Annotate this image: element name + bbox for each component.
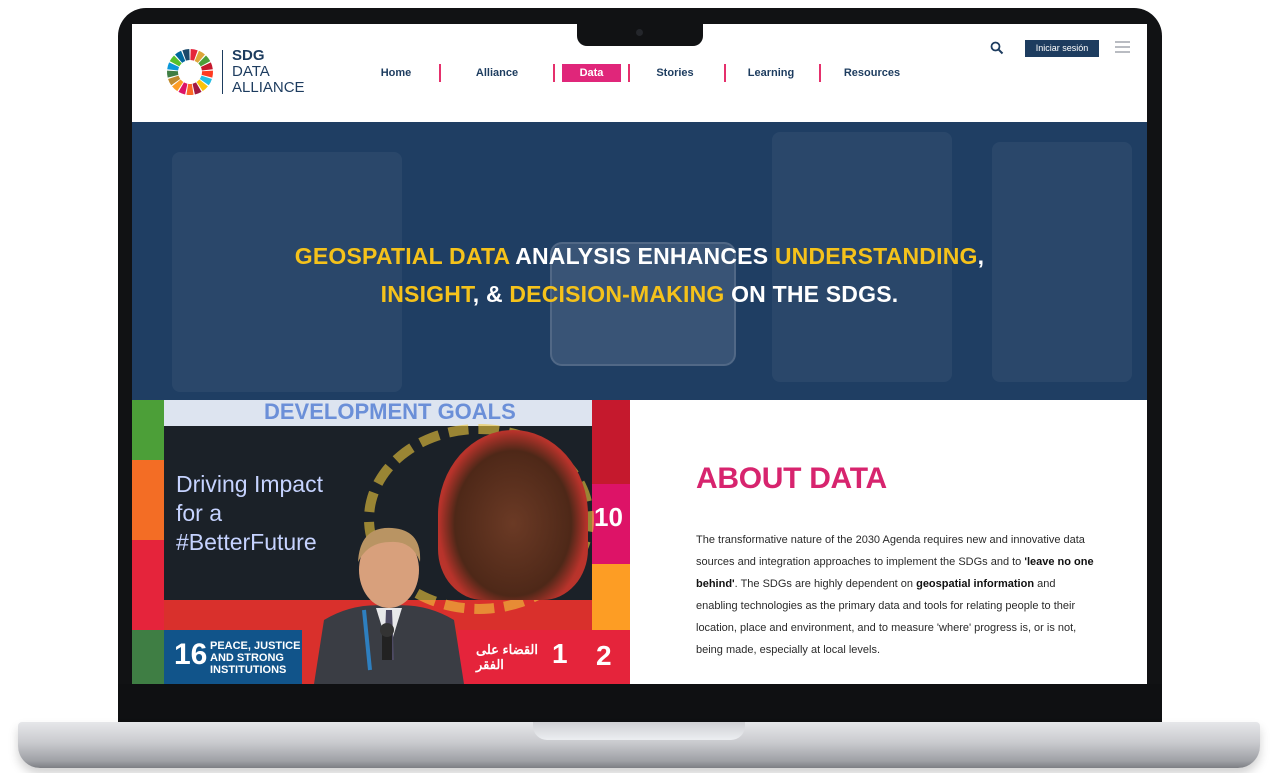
sdg16-number: 16 <box>174 638 208 671</box>
about-section: ABOUT DATA The transformative nature of … <box>630 400 1147 684</box>
nav-separator <box>628 64 630 82</box>
sdg16-label: PEACE, JUSTICE AND STRONG INSTITUTIONS <box>210 640 300 676</box>
sdg-tile: 2 <box>576 630 630 684</box>
sdg1-arabic-line: القضاء على <box>476 642 539 657</box>
nav-item-data[interactable]: Data <box>562 64 621 82</box>
about-title: ABOUT DATA <box>696 462 887 495</box>
sdg16-label-line: AND STRONG <box>210 652 284 664</box>
sdg-tile <box>132 630 164 684</box>
laptop-screen: SDG DATA ALLIANCE Home Alliance Data Sto… <box>132 24 1147 684</box>
logo-wheel-segment <box>186 83 194 95</box>
laptop-chin <box>118 684 1162 724</box>
sdg-tile <box>132 400 164 460</box>
event-photo: 10 2 DEVELOPMENT GOALS Driving Impact fo… <box>132 400 630 684</box>
nav-separator <box>819 64 821 82</box>
nav-item-home[interactable]: Home <box>368 64 424 82</box>
sdg-wheel-logo-icon[interactable] <box>166 48 214 96</box>
hero-line-2: INSIGHT, & DECISION-MAKING ON THE SDGS. <box>132 275 1147 313</box>
sdg-tile <box>592 400 630 484</box>
nav-separator <box>439 64 441 82</box>
nav-item-resources[interactable]: Resources <box>838 64 906 82</box>
sdg-tile <box>592 564 630 630</box>
about-paragraph: The transformative nature of the 2030 Ag… <box>696 529 1096 661</box>
site-logo-text[interactable]: SDG DATA ALLIANCE <box>232 48 305 96</box>
hero-text: , <box>977 243 985 269</box>
search-icon[interactable] <box>990 41 1004 55</box>
hero-highlight: INSIGHT <box>380 281 473 307</box>
nav-item-alliance[interactable]: Alliance <box>466 64 528 82</box>
logo-divider <box>222 50 223 94</box>
sdg1-arabic-line: الفقر <box>476 657 504 672</box>
sdg1-number: 1 <box>552 638 568 669</box>
speaker-figure <box>314 527 464 684</box>
sdg16-tile: 16 PEACE, JUSTICE AND STRONG INSTITUTION… <box>164 630 302 684</box>
hero-highlight: GEOSPATIAL DATA <box>294 243 510 269</box>
hero-text: , & <box>472 281 510 307</box>
event-screen-line: Driving Impact <box>176 471 323 497</box>
sdg1-arabic-label: القضاء على الفقر <box>476 642 538 672</box>
laptop-base-notch <box>533 722 745 740</box>
event-banner: DEVELOPMENT GOALS <box>164 400 592 426</box>
event-banner-text: DEVELOPMENT GOALS <box>264 400 516 424</box>
nav-item-stories[interactable]: Stories <box>644 64 706 82</box>
laptop-notch <box>577 20 703 46</box>
nav-separator <box>724 64 726 82</box>
nav-item-learning[interactable]: Learning <box>740 64 802 82</box>
hero-banner: GEOSPATIAL DATA ANALYSIS ENHANCES UNDERS… <box>132 122 1147 400</box>
sdg16-label-line: INSTITUTIONS <box>210 664 287 676</box>
hero-text: ANALYSIS ENHANCES <box>509 243 775 269</box>
sdg16-label-line: PEACE, JUSTICE <box>210 640 301 652</box>
hamburger-menu-icon[interactable] <box>1115 41 1130 54</box>
hero-headline: GEOSPATIAL DATA ANALYSIS ENHANCES UNDERS… <box>132 237 1147 313</box>
hero-line-1: GEOSPATIAL DATA ANALYSIS ENHANCES UNDERS… <box>132 237 1147 275</box>
login-button[interactable]: Iniciar sesión <box>1025 40 1099 57</box>
logo-line-2: DATA <box>232 63 270 80</box>
hero-highlight: UNDERSTANDING <box>774 243 978 269</box>
nav-separator <box>553 64 555 82</box>
about-bold-text: geospatial information <box>916 578 1035 590</box>
about-text: . The SDGs are highly dependent on <box>734 578 917 590</box>
sdg-tile <box>132 540 164 630</box>
logo-line-3: ALLIANCE <box>232 79 305 96</box>
hero-highlight: DECISION-MAKING <box>509 281 725 307</box>
sdg-tile-number: 10 <box>594 502 623 532</box>
hero-text: ON THE SDGS. <box>724 281 899 307</box>
sdg-tile <box>132 460 164 540</box>
sdg-tile: 10 <box>592 484 630 564</box>
logo-line-1: SDG <box>232 47 265 64</box>
camera-icon <box>636 29 643 36</box>
sdg-tile-number: 2 <box>596 640 612 671</box>
